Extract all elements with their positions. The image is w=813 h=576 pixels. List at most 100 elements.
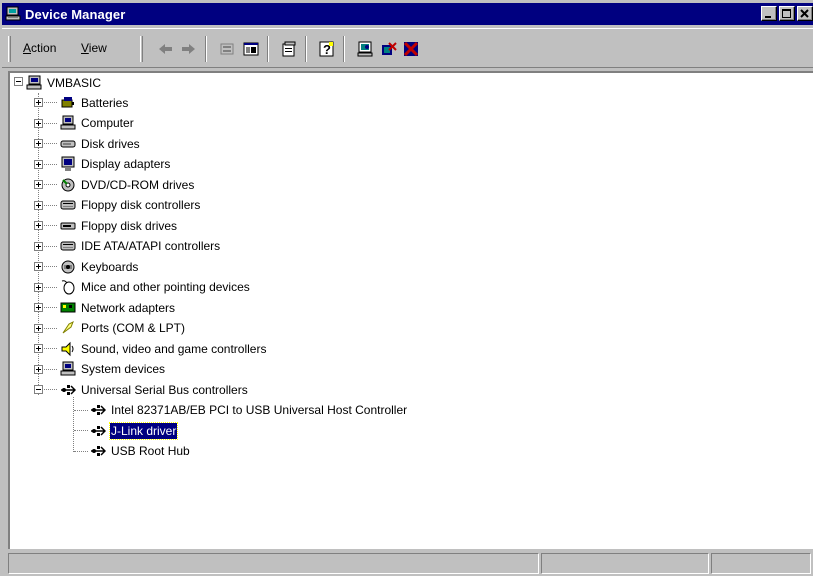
status-bar xyxy=(8,551,813,576)
menu-grip[interactable] xyxy=(8,36,11,62)
tree-category[interactable]: Keyboards xyxy=(60,257,139,276)
close-icon xyxy=(800,9,809,18)
expand-toggle[interactable] xyxy=(34,241,43,251)
expand-toggle[interactable] xyxy=(34,180,43,189)
properties-icon xyxy=(282,41,296,57)
toolbar-separator xyxy=(267,36,269,62)
tree-category[interactable]: Ports (COM & LPT) xyxy=(60,319,186,338)
expand-toggle[interactable] xyxy=(34,282,43,292)
menu-view[interactable]: View xyxy=(81,41,107,55)
tree-category[interactable]: System devices xyxy=(60,360,166,379)
floppy-controller-icon xyxy=(60,200,76,210)
collapse-toggle[interactable] xyxy=(34,385,43,394)
status-pane-3 xyxy=(711,553,811,574)
toolbar-separator xyxy=(305,36,307,62)
title-bar[interactable]: Device Manager xyxy=(2,3,813,25)
tree-line xyxy=(74,430,88,431)
uninstall-icon xyxy=(382,42,397,55)
up-level-button[interactable] xyxy=(216,38,238,60)
tree-category[interactable]: Network adapters xyxy=(60,298,176,317)
expand-toggle[interactable] xyxy=(34,200,43,210)
minimize-button[interactable] xyxy=(761,6,777,21)
expand-toggle[interactable] xyxy=(34,303,43,312)
close-button[interactable] xyxy=(797,6,813,21)
help-icon: ? xyxy=(319,41,334,57)
system-device-icon xyxy=(60,361,76,376)
back-arrow-icon xyxy=(159,44,172,54)
maximize-button[interactable] xyxy=(779,6,795,21)
usb-icon xyxy=(91,446,106,456)
tree-device-label: USB Root Hub xyxy=(111,444,190,458)
floppy-drive-icon xyxy=(60,222,76,229)
tree-category-label: Display adapters xyxy=(81,157,171,171)
network-adapter-icon xyxy=(60,302,76,312)
toolbar-separator xyxy=(343,36,345,62)
tree-device-selected[interactable]: J-Link driver xyxy=(90,421,179,440)
show-hide-tree-icon xyxy=(243,42,259,56)
toolbar-grip[interactable] xyxy=(140,36,143,62)
tree-root[interactable]: VMBASIC xyxy=(26,73,102,92)
expand-toggle[interactable] xyxy=(34,364,43,374)
expand-toggle[interactable] xyxy=(34,323,43,333)
tree-category[interactable]: Sound, video and game controllers xyxy=(60,339,267,358)
expand-toggle[interactable] xyxy=(34,262,43,271)
expand-toggle[interactable] xyxy=(34,221,43,230)
tree-category-label: Sound, video and game controllers xyxy=(81,341,267,356)
tree-root-label: VMBASIC xyxy=(47,75,102,90)
ide-controller-icon xyxy=(60,241,76,251)
expand-toggle[interactable] xyxy=(34,98,43,107)
tree-category[interactable]: Disk drives xyxy=(60,134,141,153)
keyboard-icon xyxy=(61,260,75,273)
expand-toggle[interactable] xyxy=(34,118,43,128)
mouse-icon xyxy=(61,280,75,295)
window-title: Device Manager xyxy=(25,6,126,22)
tree-category[interactable]: Batteries xyxy=(60,93,129,112)
tree-category-label: Mice and other pointing devices xyxy=(81,280,250,294)
tree-category-label: Network adapters xyxy=(81,300,176,315)
scan-hardware-icon xyxy=(357,41,373,57)
back-button[interactable] xyxy=(154,38,176,60)
tree-category-label: IDE ATA/ATAPI controllers xyxy=(81,239,221,253)
forward-button[interactable] xyxy=(178,38,200,60)
status-pane-2 xyxy=(541,553,709,574)
device-manager-icon xyxy=(5,6,21,21)
computer-icon xyxy=(60,115,76,130)
tree-category-label: Disk drives xyxy=(81,136,140,151)
tree-device-label: J-Link driver xyxy=(108,421,179,440)
tree-category[interactable]: Universal Serial Bus controllers xyxy=(60,380,249,399)
tree-category[interactable]: IDE ATA/ATAPI controllers xyxy=(60,237,221,256)
tree-category-label: Floppy disk drives xyxy=(81,218,178,233)
tree-category-label: DVD/CD-ROM drives xyxy=(81,177,195,192)
tree-line xyxy=(73,397,74,452)
computer-icon xyxy=(26,75,42,89)
expand-toggle[interactable] xyxy=(34,139,43,148)
tree-category[interactable]: DVD/CD-ROM drives xyxy=(60,175,195,194)
usb-icon xyxy=(91,405,106,415)
tree-category[interactable]: Computer xyxy=(60,114,135,133)
scan-hardware-button[interactable] xyxy=(354,38,376,60)
tree-category[interactable]: Mice and other pointing devices xyxy=(60,278,251,297)
tree-category[interactable]: Floppy disk controllers xyxy=(60,196,201,215)
disk-drive-icon xyxy=(60,140,76,147)
expand-toggle[interactable] xyxy=(34,159,43,169)
tree-category[interactable]: Display adapters xyxy=(60,155,171,174)
expand-toggle[interactable] xyxy=(34,344,43,353)
port-icon xyxy=(62,320,74,334)
up-level-icon xyxy=(220,43,234,55)
collapse-toggle-root[interactable] xyxy=(14,77,23,86)
menu-action[interactable]: Action xyxy=(23,41,56,55)
tree-device[interactable]: USB Root Hub xyxy=(90,442,191,461)
device-tree[interactable]: VMBASIC Batteries Computer Disk drives Disp… xyxy=(8,71,813,549)
tree-category[interactable]: Floppy disk drives xyxy=(60,216,178,235)
usb-icon xyxy=(61,384,76,395)
disable-icon xyxy=(403,41,419,57)
help-button[interactable]: ? xyxy=(316,38,338,60)
uninstall-button[interactable] xyxy=(378,38,400,60)
tree-device[interactable]: Intel 82371AB/EB PCI to USB Universal Ho… xyxy=(90,401,408,420)
dvd-drive-icon xyxy=(61,178,75,191)
tree-category-label: System devices xyxy=(81,362,166,376)
show-hide-tree-button[interactable] xyxy=(240,38,262,60)
tree-category-label: Floppy disk controllers xyxy=(81,198,201,212)
disable-button[interactable] xyxy=(400,38,422,60)
properties-button[interactable] xyxy=(278,38,300,60)
